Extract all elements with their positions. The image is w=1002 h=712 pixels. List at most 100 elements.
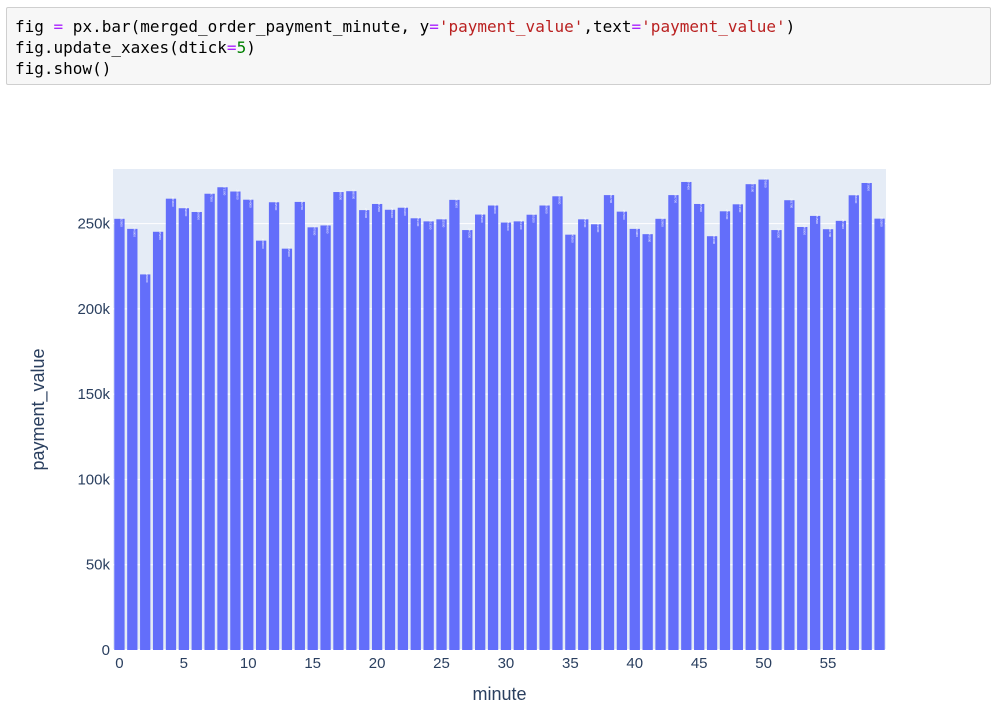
bar-data-label: 263700: [789, 198, 793, 208]
bar-data-label: 252800: [119, 217, 123, 227]
bar: [268, 202, 280, 651]
bar-data-label: 260600: [545, 203, 549, 213]
bar-data-label: 242600: [712, 234, 716, 244]
bar: [359, 210, 370, 650]
bar: [384, 209, 396, 650]
y-tick-label: 100k: [77, 471, 110, 488]
bar-data-label: 263900: [454, 198, 458, 208]
x-axis-ticks: 0 5 10 15 20 25 30 35 40 45 50 55: [115, 655, 836, 672]
bar-data-label: 248900: [326, 223, 330, 233]
bar: [371, 203, 383, 650]
bar: [629, 228, 640, 651]
x-tick-label: 0: [115, 655, 123, 672]
bar: [809, 215, 821, 651]
bar-chart: 252800 246900 220200 245200 264600 259000 2568…: [28, 169, 886, 704]
bar: [526, 214, 537, 651]
y-tick-label: 150k: [77, 386, 110, 403]
bar-data-label: 246900: [635, 227, 639, 237]
bar-data-label: 255300: [480, 213, 484, 223]
bar: [204, 193, 215, 650]
bar-data-label: 268500: [338, 190, 342, 200]
bar-data-label: 246200: [467, 228, 471, 238]
bar-data-label: 255200: [532, 213, 536, 223]
bar-data-label: 258100: [390, 208, 394, 218]
bar: [706, 236, 718, 650]
bar-data-label: 264000: [248, 198, 252, 208]
bar-data-label: 252500: [442, 217, 446, 227]
y-tick-label: 200k: [77, 301, 110, 318]
bar-data-label: 249600: [596, 222, 600, 232]
bar-data-label: 254500: [815, 214, 819, 224]
bar-data-label: 266600: [854, 193, 858, 203]
bar-data-label: 251300: [429, 219, 433, 229]
x-axis-title: minute: [472, 684, 526, 704]
bar: [732, 204, 743, 651]
bar: [346, 191, 357, 650]
bar-data-label: 256800: [197, 210, 201, 220]
bar: [243, 199, 254, 650]
bar-data-label: 261500: [377, 202, 381, 212]
bar-data-label: 220200: [145, 272, 149, 282]
bar-data-label: 246700: [828, 227, 832, 237]
bar: [578, 219, 589, 650]
bar: [719, 211, 731, 650]
plot-background: [113, 169, 886, 650]
bar-data-label: 269000: [351, 189, 355, 199]
bar: [681, 181, 692, 650]
x-tick-label: 10: [240, 655, 257, 672]
bar: [449, 199, 460, 651]
x-tick-label: 5: [180, 655, 188, 672]
bar: [410, 218, 421, 650]
bar: [397, 207, 409, 650]
x-tick-label: 15: [304, 655, 321, 672]
bar-data-label: 235300: [287, 247, 291, 257]
bar: [191, 211, 202, 650]
bar-data-label: 264600: [171, 197, 175, 207]
x-tick-label: 45: [691, 655, 708, 672]
bar-data-label: 253100: [416, 216, 420, 226]
bar-data-label: 240000: [261, 239, 265, 249]
bar: [784, 200, 795, 650]
bar-data-label: 262700: [300, 200, 304, 210]
bar: [835, 220, 847, 650]
bar: [745, 184, 756, 651]
bar-data-label: 252800: [661, 217, 665, 227]
y-axis-title: payment_value: [28, 348, 49, 470]
bar: [797, 226, 808, 650]
bar: [603, 195, 615, 650]
bar: [423, 221, 434, 650]
bar: [256, 240, 267, 650]
bar-data-label: 257900: [364, 208, 368, 218]
bar: [758, 179, 769, 650]
bar: [436, 219, 447, 650]
bar-data-label: 261300: [738, 202, 742, 212]
bar: [668, 195, 679, 650]
bar-data-label: 257000: [622, 210, 626, 220]
bar: [874, 218, 885, 650]
bar: [655, 218, 666, 651]
bar-data-label: 268800: [235, 190, 239, 200]
bar-data-label: 243800: [648, 232, 652, 242]
y-axis-ticks: 0 50k 100k 150k 200k 250k: [77, 216, 110, 659]
bar-data-label: 266700: [673, 193, 677, 203]
bar: [822, 229, 834, 651]
bar: [590, 224, 602, 650]
x-tick-label: 50: [755, 655, 772, 672]
bar: [165, 198, 177, 651]
bar: [114, 218, 125, 651]
bar: [642, 234, 653, 650]
y-tick-label: 250k: [77, 216, 110, 233]
bar: [500, 222, 512, 650]
x-tick-label: 55: [820, 655, 837, 672]
bar-data-label: 274400: [686, 180, 690, 190]
bar: [861, 182, 872, 651]
bar-data-label: 250600: [506, 221, 510, 231]
bar-data-label: 252500: [583, 217, 587, 227]
bar: [539, 205, 550, 651]
bar: [513, 221, 524, 650]
bar-data-label: 251600: [841, 219, 845, 229]
y-tick-label: 0: [102, 642, 110, 659]
x-tick-label: 25: [433, 655, 450, 672]
y-tick-label: 50k: [86, 557, 111, 574]
bar-data-label: 266000: [557, 194, 561, 204]
